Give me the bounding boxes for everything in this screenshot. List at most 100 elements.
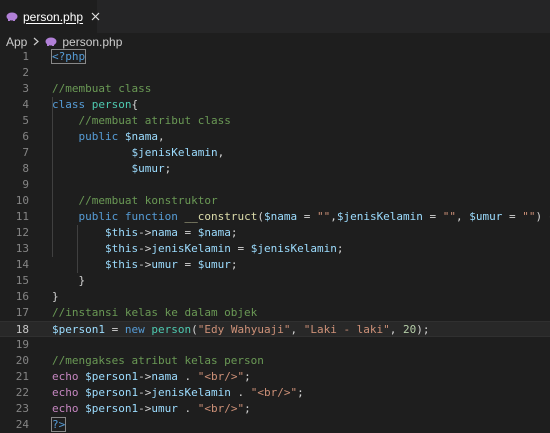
line-number: 8 xyxy=(22,162,29,175)
code-token: } xyxy=(52,290,59,303)
code-text: ?> xyxy=(50,417,67,433)
code-text: $person1 = new person("Edy Wahyuaji", "L… xyxy=(52,322,430,338)
code-token: ; xyxy=(297,386,304,399)
code-text: } xyxy=(52,273,85,289)
code-token: { xyxy=(131,98,139,111)
code-token: -> xyxy=(138,226,152,239)
code-text: //membuat class xyxy=(52,81,151,97)
code-line[interactable]: 11 public function __construct($nama = "… xyxy=(0,209,550,225)
code-token: } xyxy=(52,274,86,287)
code-token: "" xyxy=(316,210,331,223)
code-line[interactable]: 5 //membuat atribut class xyxy=(0,113,550,129)
code-text: echo $person1->nama . "<br/>"; xyxy=(52,369,251,385)
code-token: . xyxy=(230,386,251,399)
line-number: 10 xyxy=(15,194,29,207)
code-line[interactable]: 6 public $nama, xyxy=(0,129,550,145)
code-token: "<br/>" xyxy=(197,370,245,383)
line-number: 23 xyxy=(15,402,29,415)
close-icon[interactable] xyxy=(91,11,100,23)
code-token: ?> xyxy=(50,417,67,432)
tab-person-php[interactable]: person.php xyxy=(0,0,100,33)
code-line[interactable]: 15 } xyxy=(0,273,550,289)
code-token: $jenisKelamin xyxy=(336,210,423,223)
code-token: echo xyxy=(52,386,86,399)
code-text: } xyxy=(52,289,59,305)
code-text: //instansi kelas ke dalam objek xyxy=(52,305,257,321)
code-text: $this->jenisKelamin = $jenisKelamin; xyxy=(52,241,343,257)
line-number: 20 xyxy=(15,354,29,367)
code-line[interactable]: 22 echo $person1->jenisKelamin . "<br/>"; xyxy=(0,385,550,401)
code-token: $this xyxy=(104,226,139,239)
code-token: , xyxy=(330,210,337,223)
code-line[interactable]: 13 $this->jenisKelamin = $jenisKelamin; xyxy=(0,241,550,257)
code-line[interactable]: 19 xyxy=(0,337,550,353)
code-token: ) { xyxy=(535,210,550,223)
code-token: <?php xyxy=(50,49,87,64)
php-elephant-icon xyxy=(45,37,57,47)
code-token: $umur xyxy=(197,258,231,271)
code-token: nama xyxy=(151,226,178,239)
code-token: $jenisKelamin xyxy=(131,146,218,159)
line-number: 3 xyxy=(22,82,29,95)
code-line[interactable]: 17 //instansi kelas ke dalam objek xyxy=(0,305,550,321)
code-token: "Laki - laki" xyxy=(303,323,390,336)
code-text: echo $person1->umur . "<br/>"; xyxy=(52,401,251,417)
code-token: new xyxy=(124,323,152,336)
code-line[interactable]: 7 $jenisKelamin, xyxy=(0,145,550,161)
code-token: ; xyxy=(230,258,238,271)
code-token: = xyxy=(104,323,125,336)
line-number: 22 xyxy=(15,386,29,399)
code-token: , xyxy=(290,323,304,336)
code-line[interactable]: 2 xyxy=(0,65,550,81)
code-line[interactable]: 23 echo $person1->umur . "<br/>"; xyxy=(0,401,550,417)
code-token: $nama xyxy=(124,130,158,143)
breadcrumb-root[interactable]: App xyxy=(6,35,27,49)
code-token: ( xyxy=(191,323,198,336)
code-token: $person1 xyxy=(52,323,105,336)
code-token: nama xyxy=(151,370,178,383)
code-line[interactable]: 1 <?php xyxy=(0,49,550,65)
line-number: 18 xyxy=(15,323,29,336)
code-text: //membuat atribut class xyxy=(52,113,231,129)
code-line[interactable]: 24 ?> xyxy=(0,417,550,433)
line-number: 16 xyxy=(15,290,29,303)
code-token: ; xyxy=(244,402,251,415)
code-editor[interactable]: 1 <?php 2 3//membuat class 4 class person{5 /… xyxy=(0,49,550,433)
breadcrumb-file[interactable]: person.php xyxy=(62,35,122,49)
code-line[interactable]: 3 //membuat class xyxy=(0,81,550,97)
code-line[interactable]: 14 $this->umur = $umur; xyxy=(0,257,550,273)
code-line[interactable]: 4 class person{ xyxy=(0,97,550,113)
code-token: 20 xyxy=(403,323,417,336)
code-token: . xyxy=(177,402,198,415)
code-token: //membuat class xyxy=(52,82,152,95)
line-number: 14 xyxy=(15,258,29,271)
code-token: = xyxy=(422,210,443,223)
code-token: , xyxy=(389,323,404,336)
php-elephant-icon xyxy=(6,12,18,22)
code-token: -> xyxy=(138,258,152,271)
code-line[interactable]: 20 //mengakses atribut kelas person xyxy=(0,353,550,369)
code-token: ); xyxy=(416,323,430,336)
code-line[interactable]: 8 $umur; xyxy=(0,161,550,177)
code-token: public function xyxy=(78,210,185,223)
line-number: 5 xyxy=(22,114,29,127)
line-number: 7 xyxy=(22,146,29,159)
code-line[interactable]: 21 echo $person1->nama . "<br/>"; xyxy=(0,369,550,385)
code-token: ; xyxy=(230,226,238,239)
code-token: echo xyxy=(52,370,86,383)
code-token: = xyxy=(177,226,198,239)
code-line[interactable]: 16} xyxy=(0,289,550,305)
code-token: //instansi kelas ke dalam objek xyxy=(52,306,258,319)
code-line[interactable]: 10 //membuat konstruktor xyxy=(0,193,550,209)
code-text: $umur; xyxy=(52,161,171,177)
code-token: class xyxy=(52,98,92,111)
code-line[interactable]: 18 $person1 = new person("Edy Wahyuaji", … xyxy=(0,321,550,337)
code-line[interactable]: 12 $this->nama = $nama; xyxy=(0,225,550,241)
code-token: = xyxy=(177,258,198,271)
code-line[interactable]: 9 xyxy=(0,177,550,193)
code-token: = xyxy=(230,242,251,255)
code-token: "Edy Wahyuaji" xyxy=(197,323,291,336)
line-number: 19 xyxy=(15,338,29,351)
